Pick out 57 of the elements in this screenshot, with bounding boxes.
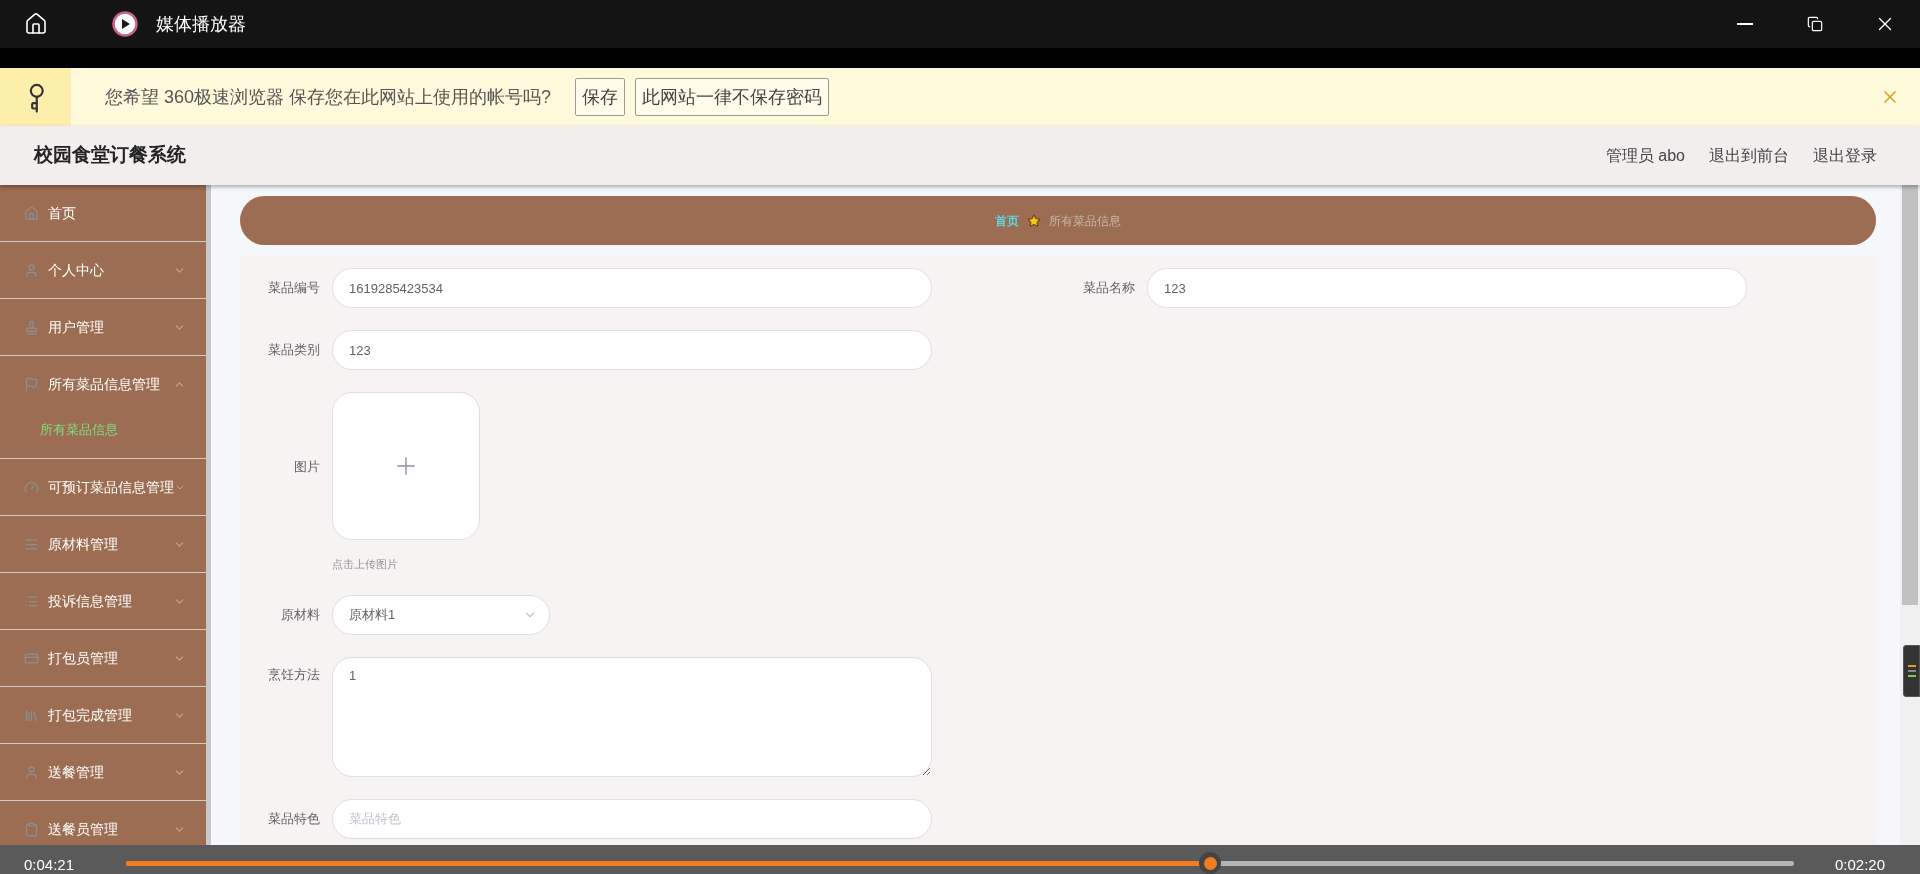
header-link[interactable]: 退出登录 — [1813, 143, 1877, 168]
sidebar-item[interactable]: 投诉信息管理 — [0, 573, 206, 629]
field-label: 菜品名称 — [1082, 279, 1135, 297]
window-title: 媒体播放器 — [156, 12, 246, 36]
sidebar-item[interactable]: 送餐管理 — [0, 744, 206, 800]
sidebar-item[interactable]: 首页 — [0, 185, 206, 241]
image-upload[interactable] — [332, 392, 480, 540]
breadcrumb-link[interactable]: 首页 — [995, 211, 1019, 230]
gauge-icon — [24, 479, 39, 495]
field-label: 菜品类别 — [267, 341, 320, 359]
upload-hint: 点击上传图片 — [332, 557, 399, 572]
field-label: 烹饪方法 — [267, 665, 320, 684]
flag-icon — [24, 376, 39, 392]
sidebar-item[interactable]: 打包完成管理 — [0, 687, 206, 743]
list-icon — [24, 593, 39, 609]
sidebar-item[interactable]: 用户管理 — [0, 299, 206, 355]
field-label: 原材料 — [280, 605, 320, 624]
person-icon — [24, 262, 39, 278]
home-icon — [24, 205, 39, 221]
field-label: 图片 — [293, 457, 320, 476]
play-icon — [112, 11, 138, 37]
sidebar-item[interactable]: 打包员管理 — [0, 630, 206, 686]
text-field[interactable]: 123 — [332, 330, 932, 370]
elapsed-time: 0:04:21 — [23, 856, 76, 874]
level-meter-icon — [1903, 645, 1920, 697]
select-field[interactable]: 原材料1 — [332, 594, 550, 635]
text-field[interactable]: 菜品特色 — [332, 798, 932, 839]
clipboard-icon — [24, 821, 39, 837]
password-prompt: 您希望 360极速浏览器 保存您在此网站上使用的帐号吗? — [105, 85, 552, 109]
sidebar-item[interactable]: 送餐员管理 — [0, 801, 206, 845]
lines-icon — [24, 536, 39, 552]
text-area[interactable]: 1 — [332, 656, 932, 777]
scrollbar[interactable] — [1900, 185, 1920, 845]
progress-track[interactable] — [126, 852, 1794, 874]
text-field[interactable]: 1619285423534 — [332, 268, 932, 308]
sidebar-item[interactable]: 可预订菜品信息管理 — [0, 459, 206, 515]
home-icon[interactable] — [24, 12, 48, 36]
header-link[interactable]: 管理员 abo — [1605, 143, 1685, 168]
minimize-icon — [1737, 23, 1753, 25]
sidebar-item[interactable]: 原材料管理 — [0, 516, 206, 572]
stamp-icon — [24, 319, 39, 335]
sidebar-item[interactable]: 个人中心 — [0, 242, 206, 298]
card-icon — [24, 650, 39, 666]
field-label: 菜品特色 — [267, 809, 320, 828]
field-label: 菜品编号 — [267, 279, 320, 297]
star-icon — [1027, 213, 1041, 228]
prompt-button[interactable]: 保存 — [575, 78, 626, 116]
text-field[interactable]: 123 — [1147, 268, 1747, 308]
restore-icon — [1807, 16, 1823, 32]
books-icon — [24, 707, 39, 723]
person-icon — [24, 764, 39, 780]
app-title: 校园食堂订餐系统 — [34, 143, 186, 168]
breadcrumb-link[interactable]: 所有菜品信息 — [1049, 211, 1121, 230]
progress-thumb[interactable] — [1199, 852, 1222, 874]
header-link[interactable]: 退出到前台 — [1709, 143, 1789, 168]
remaining-time: 0:02:20 — [1834, 856, 1887, 874]
prompt-button[interactable]: 此网站一律不保存密码 — [635, 78, 830, 116]
